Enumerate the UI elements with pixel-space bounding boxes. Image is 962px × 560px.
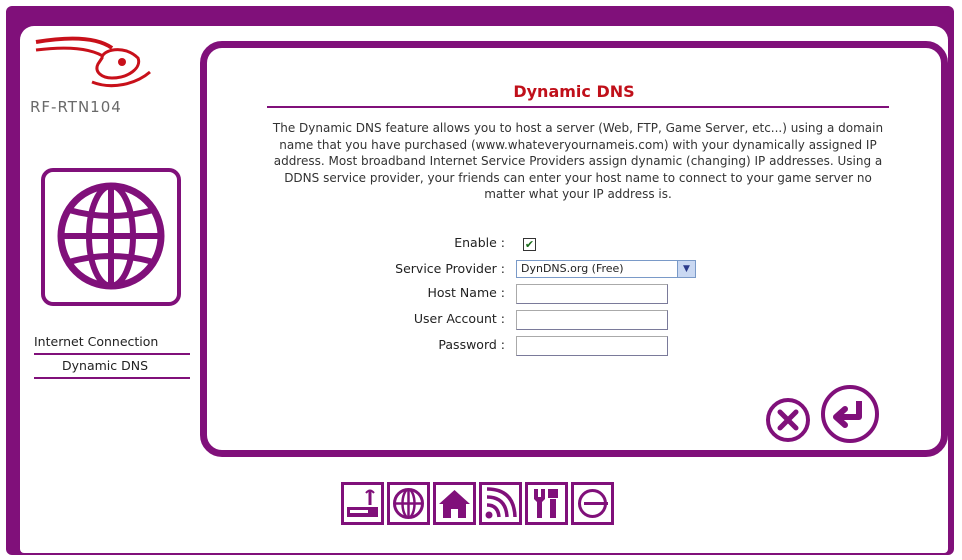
home-button[interactable] xyxy=(433,482,476,525)
host-name-input[interactable] xyxy=(516,284,668,304)
brand-logo xyxy=(35,36,151,88)
sidebar-item-dynamic-dns[interactable]: Dynamic DNS xyxy=(62,356,148,376)
tools-button[interactable] xyxy=(525,482,568,525)
password-label: Password : xyxy=(438,337,505,352)
sidebar-divider xyxy=(34,377,190,379)
model-name: RF-RTN104 xyxy=(30,98,122,116)
password-input[interactable] xyxy=(516,336,668,356)
logout-icon xyxy=(578,489,608,518)
chevron-down-icon[interactable]: ▼ xyxy=(677,261,695,277)
apply-button[interactable] xyxy=(821,385,879,443)
tools-icon xyxy=(534,489,558,518)
globe-icon xyxy=(57,182,165,290)
wireless-icon xyxy=(485,487,517,519)
router-icon xyxy=(347,489,378,517)
close-circle-icon xyxy=(777,409,799,431)
return-arrow-icon xyxy=(833,401,862,428)
description-text: The Dynamic DNS feature allows you to ho… xyxy=(272,121,884,201)
enable-checkbox[interactable]: ✔ xyxy=(523,238,536,251)
user-account-label: User Account : xyxy=(413,311,505,326)
sidebar-item-label: Dynamic DNS xyxy=(62,358,149,373)
home-icon xyxy=(439,490,470,518)
page-title: Dynamic DNS xyxy=(513,82,635,101)
internet-button[interactable] xyxy=(387,482,430,525)
sidebar-item-internet-connection[interactable]: Internet Connection xyxy=(34,332,158,352)
cancel-button[interactable] xyxy=(766,398,810,442)
logout-button[interactable] xyxy=(571,482,614,525)
service-provider-value: DynDNS.org (Free) xyxy=(521,262,624,275)
user-account-input[interactable] xyxy=(516,310,668,330)
main-panel: Dynamic DNS The Dynamic DNS feature allo… xyxy=(200,41,948,457)
host-name-label: Host Name : xyxy=(427,285,506,300)
service-provider-select[interactable]: DynDNS.org (Free) ▼ xyxy=(516,260,696,278)
sidebar-divider xyxy=(34,353,190,355)
title-divider xyxy=(267,106,889,108)
service-provider-label: Service Provider : xyxy=(395,261,505,276)
router-button[interactable] xyxy=(341,482,384,525)
sidebar-item-label: Internet Connection xyxy=(34,334,159,349)
wireless-button[interactable] xyxy=(479,482,522,525)
enable-label: Enable : xyxy=(454,235,505,250)
globe-icon xyxy=(393,488,424,519)
internet-connection-icon-box[interactable] xyxy=(41,168,181,306)
